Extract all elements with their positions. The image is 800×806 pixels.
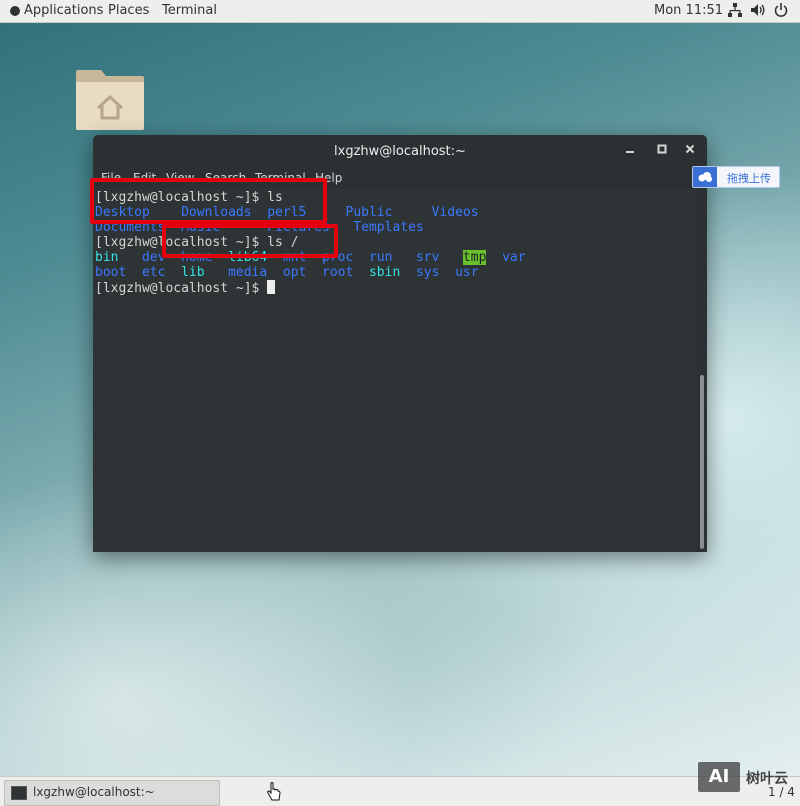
dir-entry: boot bbox=[95, 265, 127, 280]
minimize-icon bbox=[626, 151, 634, 153]
close-icon bbox=[685, 144, 695, 154]
minimize-button[interactable] bbox=[619, 141, 641, 161]
dir-entry: var bbox=[502, 250, 526, 265]
taskbar-item-label: lxgzhw@localhost:~ bbox=[33, 785, 155, 799]
top-bar: Applications Places Terminal Mon 11:51 bbox=[0, 0, 800, 23]
watermark-text: 树叶云 bbox=[746, 771, 788, 787]
window-title: lxgzhw@localhost:~ bbox=[334, 144, 466, 159]
terminal-scrollbar[interactable] bbox=[697, 189, 707, 552]
tmp-dir-entry: tmp bbox=[462, 250, 487, 265]
close-button[interactable] bbox=[679, 141, 701, 161]
terminal-icon bbox=[11, 786, 27, 800]
dir-entry: Templates bbox=[353, 220, 424, 235]
annotation-box-ls bbox=[90, 178, 327, 224]
taskbar-item-terminal[interactable]: lxgzhw@localhost:~ bbox=[4, 780, 220, 806]
volume-icon[interactable] bbox=[750, 3, 766, 17]
link-entry: bin bbox=[95, 250, 119, 265]
link-entry: sbin bbox=[368, 265, 401, 280]
dir-entry: opt bbox=[282, 265, 307, 280]
prompt-text: [lxgzhw@localhost ~]$ bbox=[95, 281, 268, 296]
drag-upload-widget[interactable]: 拖拽上传 bbox=[692, 166, 780, 188]
bottom-taskbar: lxgzhw@localhost:~ 1 / 4 bbox=[0, 776, 800, 806]
dir-entry: run bbox=[368, 250, 393, 265]
watermark: AI 树叶云 bbox=[698, 762, 796, 794]
dir-entry: media bbox=[228, 265, 268, 280]
watermark-logo: AI bbox=[698, 762, 740, 792]
dir-entry: srv bbox=[415, 250, 440, 265]
terminal-output-row: boot etc lib media opt root sbin sys usr bbox=[95, 265, 479, 280]
dir-entry: root bbox=[322, 265, 354, 280]
dir-entry: etc bbox=[141, 265, 166, 280]
hand-pointer-icon bbox=[267, 782, 281, 801]
dir-entry: Videos bbox=[431, 205, 479, 220]
link-entry: lib bbox=[181, 265, 205, 280]
dir-entry: sys bbox=[415, 265, 440, 280]
network-icon[interactable] bbox=[728, 3, 742, 17]
scrollbar-thumb[interactable] bbox=[700, 375, 704, 549]
text-cursor bbox=[267, 280, 276, 294]
window-titlebar[interactable]: lxgzhw@localhost:~ bbox=[93, 135, 707, 169]
maximize-button[interactable] bbox=[651, 141, 673, 161]
cloud-icon bbox=[693, 167, 717, 187]
maximize-icon bbox=[657, 144, 667, 154]
applications-icon bbox=[10, 5, 20, 16]
annotation-box-ls-root bbox=[162, 224, 338, 258]
dir-entry: usr bbox=[455, 265, 479, 280]
applications-menu[interactable]: Applications bbox=[10, 3, 103, 18]
dir-entry: Public bbox=[345, 205, 393, 220]
applications-label: Applications bbox=[24, 3, 104, 18]
home-folder-icon[interactable] bbox=[74, 62, 146, 132]
upload-label: 拖拽上传 bbox=[727, 172, 771, 185]
power-icon[interactable] bbox=[774, 3, 788, 17]
places-menu[interactable]: Places bbox=[108, 3, 149, 18]
terminal-app-menu[interactable]: Terminal bbox=[162, 3, 217, 18]
terminal-prompt-current: [lxgzhw@localhost ~]$ bbox=[95, 280, 276, 296]
clock[interactable]: Mon 11:51 bbox=[654, 3, 723, 18]
